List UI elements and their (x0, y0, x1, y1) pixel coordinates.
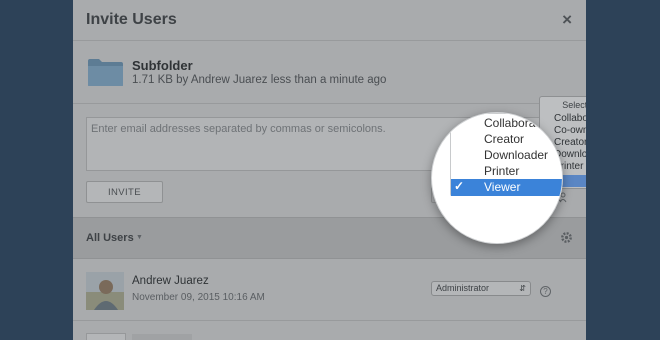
dialog-header: Invite Users × (73, 0, 586, 41)
avatar (86, 272, 124, 310)
user-date: November 09, 2015 10:16 AM (132, 292, 265, 303)
role-option-zoomed[interactable]: Creator (484, 132, 524, 146)
item-info: Subfolder 1.71 KB by Andrew Juarez less … (73, 41, 586, 104)
user-role-value: Administrator (436, 283, 490, 293)
chevron-down-icon[interactable]: ▼ (136, 234, 143, 241)
avatar (86, 333, 126, 340)
magnifier-fill (450, 196, 562, 243)
close-icon[interactable]: × (562, 10, 572, 30)
user-row: Andrew Juarez November 09, 2015 10:16 AM… (73, 258, 586, 321)
email-placeholder: Enter email addresses separated by comma… (91, 123, 386, 135)
role-option-zoomed[interactable]: Printer (484, 164, 519, 178)
folder-icon (88, 59, 123, 86)
checkmark-icon: ✓ (454, 179, 465, 193)
dialog-title: Invite Users (86, 11, 177, 28)
role-option-zoomed[interactable]: Downloader (484, 148, 548, 162)
user-name: Andrew Juarez (132, 275, 209, 287)
role-option-zoomed[interactable]: Collaborator (484, 116, 549, 130)
help-icon[interactable]: ? (540, 286, 551, 297)
item-name: Subfolder (132, 58, 193, 73)
item-meta: 1.71 KB by Andrew Juarez less than a min… (132, 74, 387, 86)
all-users-filter[interactable]: All Users (86, 232, 134, 244)
role-menu-header: Select a Role (562, 100, 586, 110)
user-role-select[interactable]: Administrator ⇵ (431, 281, 531, 296)
selected-role-label: Viewer (484, 180, 521, 194)
user-name-placeholder (132, 334, 192, 340)
invite-button[interactable]: INVITE (86, 181, 163, 203)
magnifier: Collaborator Creator Downloader Printer … (431, 112, 563, 244)
select-arrows-icon: ⇵ (519, 284, 526, 293)
